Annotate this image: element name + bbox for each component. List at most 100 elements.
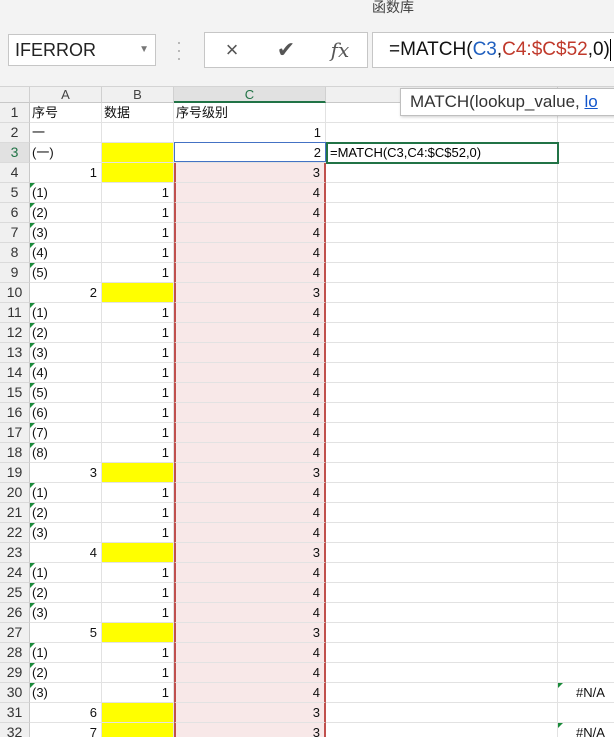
cell-c[interactable]: 3 (174, 463, 326, 483)
cell-b[interactable] (102, 283, 174, 303)
cell-a[interactable]: 6 (30, 703, 102, 723)
formula-input[interactable]: =MATCH(C3,C4:$C$52,0) (372, 32, 614, 68)
cell-e[interactable] (558, 163, 614, 183)
header-cell-a[interactable]: 序号 (30, 103, 102, 123)
cell-d[interactable] (326, 163, 558, 183)
cell-b[interactable]: 1 (102, 303, 174, 323)
cell-c[interactable]: 4 (174, 243, 326, 263)
cell-e[interactable] (558, 503, 614, 523)
row-header[interactable]: 7 (0, 223, 30, 243)
cell-d[interactable] (326, 263, 558, 283)
cell-d[interactable] (326, 483, 558, 503)
cell-d[interactable] (326, 543, 558, 563)
cell-a[interactable]: 一 (30, 123, 102, 143)
cell-b[interactable] (102, 143, 174, 163)
row-header[interactable]: 11 (0, 303, 30, 323)
cell-c[interactable]: 4 (174, 523, 326, 543)
cell-c[interactable]: 4 (174, 643, 326, 663)
cell-a[interactable]: (3) (30, 523, 102, 543)
column-header-a[interactable]: A (30, 87, 102, 103)
cell-c[interactable]: 4 (174, 383, 326, 403)
cell-a[interactable]: 1 (30, 163, 102, 183)
header-cell-c[interactable]: 序号级别 (174, 103, 326, 123)
cell-e[interactable]: #N/A (558, 683, 614, 703)
cell-d[interactable] (326, 203, 558, 223)
cell-b[interactable]: 1 (102, 483, 174, 503)
cell-d[interactable] (326, 123, 558, 143)
cell-c[interactable]: 3 (174, 543, 326, 563)
cell-a[interactable]: (3) (30, 343, 102, 363)
row-header[interactable]: 17 (0, 423, 30, 443)
cell-b[interactable]: 1 (102, 383, 174, 403)
cell-a[interactable]: 7 (30, 723, 102, 737)
cell-d[interactable] (326, 663, 558, 683)
cell-e[interactable] (558, 483, 614, 503)
cell-e[interactable] (558, 223, 614, 243)
row-header[interactable]: 31 (0, 703, 30, 723)
cell-d[interactable] (326, 583, 558, 603)
row-header[interactable]: 12 (0, 323, 30, 343)
row-header[interactable]: 20 (0, 483, 30, 503)
cell-c[interactable]: 4 (174, 683, 326, 703)
cell-e[interactable] (558, 383, 614, 403)
row-header[interactable]: 15 (0, 383, 30, 403)
cell-e[interactable] (558, 463, 614, 483)
row-header[interactable]: 13 (0, 343, 30, 363)
cell-e[interactable]: #N/A (558, 723, 614, 737)
row-header[interactable]: 25 (0, 583, 30, 603)
cell-a[interactable]: (1) (30, 183, 102, 203)
cell-d[interactable] (326, 623, 558, 643)
cell-c[interactable]: 4 (174, 183, 326, 203)
cell-d[interactable] (326, 703, 558, 723)
cell-e[interactable] (558, 343, 614, 363)
row-header[interactable]: 5 (0, 183, 30, 203)
cell-c[interactable]: 4 (174, 363, 326, 383)
enter-button[interactable]: ✔ (271, 37, 301, 63)
cell-b[interactable]: 1 (102, 443, 174, 463)
cell-a[interactable]: 3 (30, 463, 102, 483)
cell-c[interactable]: 1 (174, 123, 326, 143)
cancel-button[interactable]: × (217, 37, 247, 63)
cell-d[interactable] (326, 323, 558, 343)
cell-b[interactable]: 1 (102, 403, 174, 423)
cell-a[interactable]: (3) (30, 603, 102, 623)
cell-d[interactable] (326, 183, 558, 203)
cell-a[interactable]: (2) (30, 583, 102, 603)
cell-e[interactable] (558, 243, 614, 263)
cell-d[interactable] (326, 243, 558, 263)
cell-d[interactable] (326, 463, 558, 483)
cell-c[interactable]: 4 (174, 263, 326, 283)
row-header[interactable]: 29 (0, 663, 30, 683)
cell-c[interactable]: 3 (174, 723, 326, 737)
cell-d[interactable] (326, 683, 558, 703)
cell-b[interactable]: 1 (102, 503, 174, 523)
cell-b[interactable]: 1 (102, 643, 174, 663)
cell-a[interactable]: 4 (30, 543, 102, 563)
cell-e[interactable] (558, 623, 614, 643)
row-header[interactable]: 18 (0, 443, 30, 463)
cell-b[interactable]: 1 (102, 243, 174, 263)
cell-a[interactable]: (4) (30, 363, 102, 383)
cell-d[interactable] (326, 383, 558, 403)
cell-e[interactable] (558, 203, 614, 223)
cell-a[interactable]: (2) (30, 323, 102, 343)
cell-b[interactable]: 1 (102, 223, 174, 243)
cell-d[interactable] (326, 563, 558, 583)
cell-b[interactable] (102, 463, 174, 483)
cell-e[interactable] (558, 643, 614, 663)
cell-a[interactable]: (1) (30, 303, 102, 323)
cell-a[interactable]: (2) (30, 663, 102, 683)
editing-cell-d3[interactable]: =MATCH(C3,C4:$C$52,0) (326, 142, 559, 164)
row-header[interactable]: 4 (0, 163, 30, 183)
cell-c[interactable]: 4 (174, 603, 326, 623)
cell-b[interactable]: 1 (102, 183, 174, 203)
cell-c[interactable]: 4 (174, 203, 326, 223)
cell-e[interactable] (558, 283, 614, 303)
cell-b[interactable]: 1 (102, 663, 174, 683)
active-cell-c3[interactable] (174, 142, 326, 162)
row-header[interactable]: 10 (0, 283, 30, 303)
row-header[interactable]: 9 (0, 263, 30, 283)
cell-e[interactable] (558, 703, 614, 723)
cell-e[interactable] (558, 443, 614, 463)
cell-d[interactable] (326, 223, 558, 243)
